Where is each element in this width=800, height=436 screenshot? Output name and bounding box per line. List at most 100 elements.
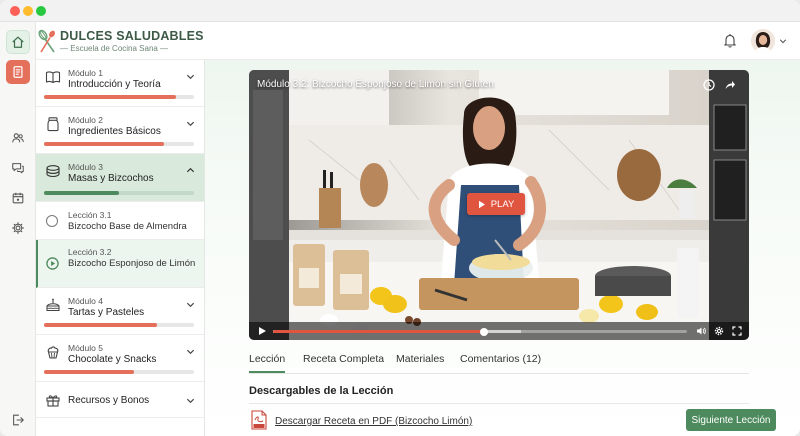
module-progress-bar bbox=[44, 323, 194, 327]
module-progress-fill bbox=[44, 323, 157, 327]
brand-title: DULCES SALUDABLES bbox=[60, 29, 204, 43]
module-title: Ingredientes Básicos bbox=[68, 126, 161, 137]
module-2[interactable]: Módulo 2 Ingredientes Básicos bbox=[36, 107, 204, 154]
video-progress-bar[interactable] bbox=[273, 327, 687, 336]
resources-bonus[interactable]: Recursos y Bonos bbox=[36, 382, 204, 418]
brand-header: DULCES SALUDABLES — Escuela de Cocina Sa… bbox=[36, 22, 205, 60]
play-icon bbox=[478, 200, 485, 208]
cupcake-icon bbox=[47, 346, 59, 359]
module-title: Chocolate y Snacks bbox=[68, 354, 157, 365]
module-progress-bar bbox=[44, 95, 194, 99]
rail-chat[interactable] bbox=[6, 156, 30, 180]
calendar-icon bbox=[12, 192, 24, 204]
module-5[interactable]: Módulo 5 Chocolate y Snacks bbox=[36, 335, 204, 382]
chevron-down-icon[interactable] bbox=[779, 37, 787, 45]
community-icon bbox=[12, 133, 24, 143]
lesson-title: Bizcocho Base de Almendra bbox=[68, 221, 187, 232]
play-label: PLAY bbox=[490, 198, 515, 210]
module-3[interactable]: Módulo 3 Masas y Bizcochos bbox=[36, 154, 204, 202]
module-progress-bar bbox=[44, 191, 194, 195]
chevron-down-icon[interactable] bbox=[186, 119, 195, 128]
module-kicker: Módulo 5 bbox=[68, 343, 103, 353]
lesson-3-2[interactable]: Lección 3.2 Bizcocho Esponjoso de Limón bbox=[36, 240, 204, 288]
whisk-spoon-logo-icon bbox=[38, 29, 55, 53]
minimize-window-button[interactable] bbox=[23, 6, 33, 16]
course-modules-sidebar: Módulo 1 Introducción y Teoría Módulo 2 … bbox=[36, 60, 205, 436]
watch-later-clock-icon[interactable] bbox=[703, 79, 715, 91]
lesson-kicker: Lección 3.2 bbox=[68, 247, 112, 257]
tab-materiales[interactable]: Materiales bbox=[396, 353, 444, 373]
video-title: Módulo 3.2: Bizcocho Esponjoso de Limón … bbox=[257, 79, 494, 90]
lessons-icon bbox=[13, 66, 23, 78]
brand-subtitle-text: Escuela de Cocina Sana bbox=[70, 44, 158, 53]
avatar[interactable] bbox=[751, 29, 775, 53]
next-lesson-button[interactable]: Siguiente Lección bbox=[686, 409, 776, 431]
chevron-up-icon[interactable] bbox=[186, 166, 195, 175]
lesson-tabs: Lección Receta Completa Materiales Comen… bbox=[249, 353, 749, 375]
bell-icon[interactable] bbox=[723, 33, 737, 48]
chevron-down-icon[interactable] bbox=[186, 347, 195, 356]
tabs-divider bbox=[249, 373, 749, 374]
module-title: Tartas y Pasteles bbox=[68, 307, 145, 318]
gift-icon bbox=[46, 395, 60, 407]
module-kicker: Módulo 2 bbox=[68, 115, 103, 125]
top-bar bbox=[205, 22, 800, 60]
pdf-download-link[interactable]: Descargar Receta en PDF (Bizcocho Limón) bbox=[275, 416, 472, 427]
tab-comentarios[interactable]: Comentarios (12) bbox=[460, 353, 541, 373]
video-played-bar bbox=[273, 330, 485, 333]
volume-icon[interactable] bbox=[696, 326, 706, 336]
lesson-title: Bizcocho Esponjoso de Limón bbox=[68, 258, 196, 269]
module-progress-bar bbox=[44, 142, 194, 146]
close-window-button[interactable] bbox=[10, 6, 20, 16]
logout-icon bbox=[13, 414, 24, 426]
module-title: Masas y Bizcochos bbox=[68, 173, 154, 184]
video-controls bbox=[249, 322, 749, 340]
play-control-icon[interactable] bbox=[257, 326, 267, 336]
app-window: DULCES SALUDABLES — Escuela de Cocina Sa… bbox=[0, 0, 800, 436]
settings-icon bbox=[12, 222, 24, 234]
tab-leccion[interactable]: Lección bbox=[249, 353, 286, 373]
rail-lessons[interactable] bbox=[6, 60, 30, 84]
module-1[interactable]: Módulo 1 Introducción y Teoría bbox=[36, 60, 204, 107]
home-icon bbox=[12, 36, 24, 48]
chat-icon bbox=[12, 163, 24, 174]
lesson-3-1[interactable]: Lección 3.1 Bizcocho Base de Almendra bbox=[36, 202, 204, 240]
cake-icon bbox=[46, 298, 60, 312]
lesson-kicker: Lección 3.1 bbox=[68, 210, 112, 220]
title-bar bbox=[0, 0, 800, 22]
module-4[interactable]: Módulo 4 Tartas y Pasteles bbox=[36, 288, 204, 335]
module-progress-fill bbox=[44, 191, 119, 195]
module-progress-fill bbox=[44, 370, 134, 374]
module-progress-fill bbox=[44, 142, 164, 146]
user-avatar-icon bbox=[751, 29, 775, 53]
pdf-file-icon bbox=[251, 410, 267, 430]
settings-gear-icon[interactable] bbox=[714, 326, 724, 336]
rail-logout[interactable] bbox=[6, 408, 30, 432]
maximize-window-button[interactable] bbox=[36, 6, 46, 16]
chevron-down-icon[interactable] bbox=[186, 396, 195, 405]
cake-layers-icon bbox=[46, 165, 60, 178]
pdf-download-row: Descargar Receta en PDF (Bizcocho Limón) bbox=[249, 403, 749, 436]
downloads-heading: Descargables de la Lección bbox=[249, 385, 394, 397]
module-progress-fill bbox=[44, 95, 176, 99]
jar-icon bbox=[47, 117, 59, 132]
chevron-down-icon[interactable] bbox=[186, 72, 195, 81]
lesson-incomplete-circle-icon bbox=[46, 215, 58, 227]
rail-community[interactable] bbox=[6, 126, 30, 150]
video-scrubber-handle[interactable] bbox=[480, 327, 489, 336]
rail-settings[interactable] bbox=[6, 216, 30, 240]
module-kicker: Módulo 4 bbox=[68, 296, 103, 306]
rail-calendar[interactable] bbox=[6, 186, 30, 210]
play-button[interactable]: PLAY bbox=[467, 193, 525, 215]
share-icon[interactable] bbox=[724, 79, 736, 91]
chevron-down-icon[interactable] bbox=[186, 300, 195, 309]
lesson-content: Módulo 3.2: Bizcocho Esponjoso de Limón … bbox=[205, 60, 800, 436]
tab-receta-completa[interactable]: Receta Completa bbox=[303, 353, 384, 373]
module-progress-bar bbox=[44, 370, 194, 374]
rail-home[interactable] bbox=[6, 30, 30, 54]
brand-subtitle: — Escuela de Cocina Sana — bbox=[60, 44, 169, 53]
video-player[interactable]: Módulo 3.2: Bizcocho Esponjoso de Limón … bbox=[249, 70, 749, 340]
fullscreen-icon[interactable] bbox=[732, 326, 742, 336]
module-kicker: Módulo 1 bbox=[68, 68, 103, 78]
resources-label: Recursos y Bonos bbox=[68, 395, 150, 406]
